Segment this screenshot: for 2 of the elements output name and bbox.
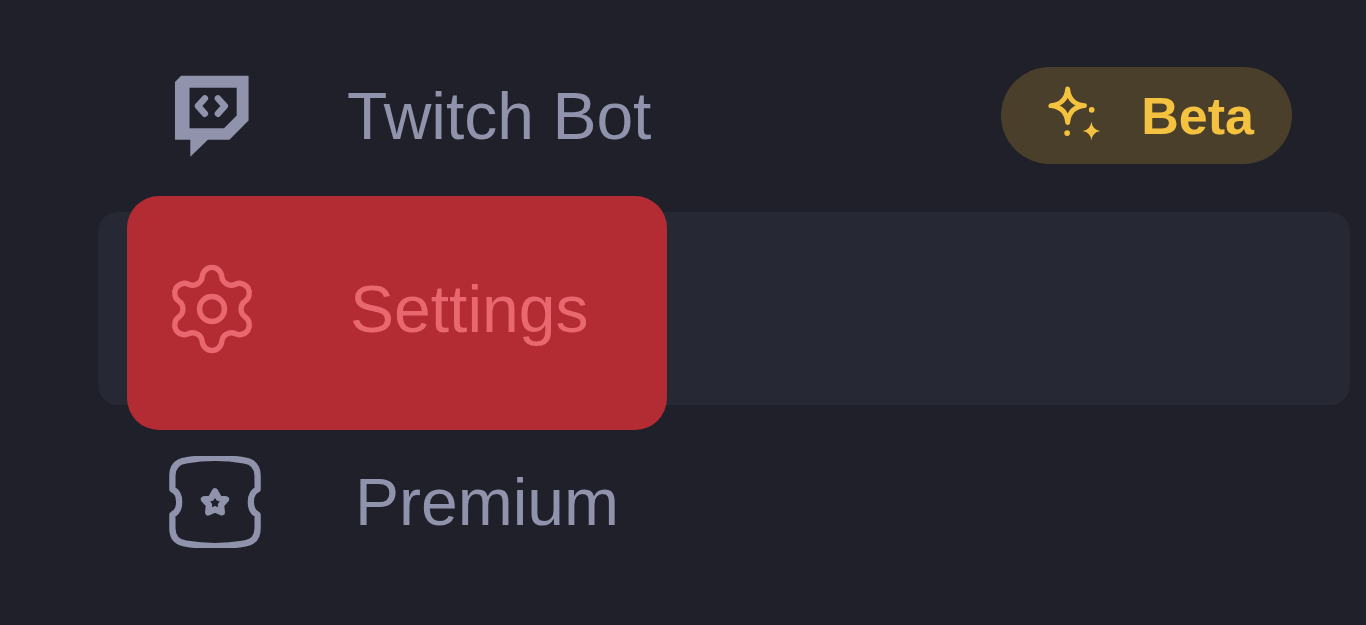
status-label: Beta [1141, 89, 1254, 142]
menu-item[interactable]: Premium [98, 405, 1350, 598]
